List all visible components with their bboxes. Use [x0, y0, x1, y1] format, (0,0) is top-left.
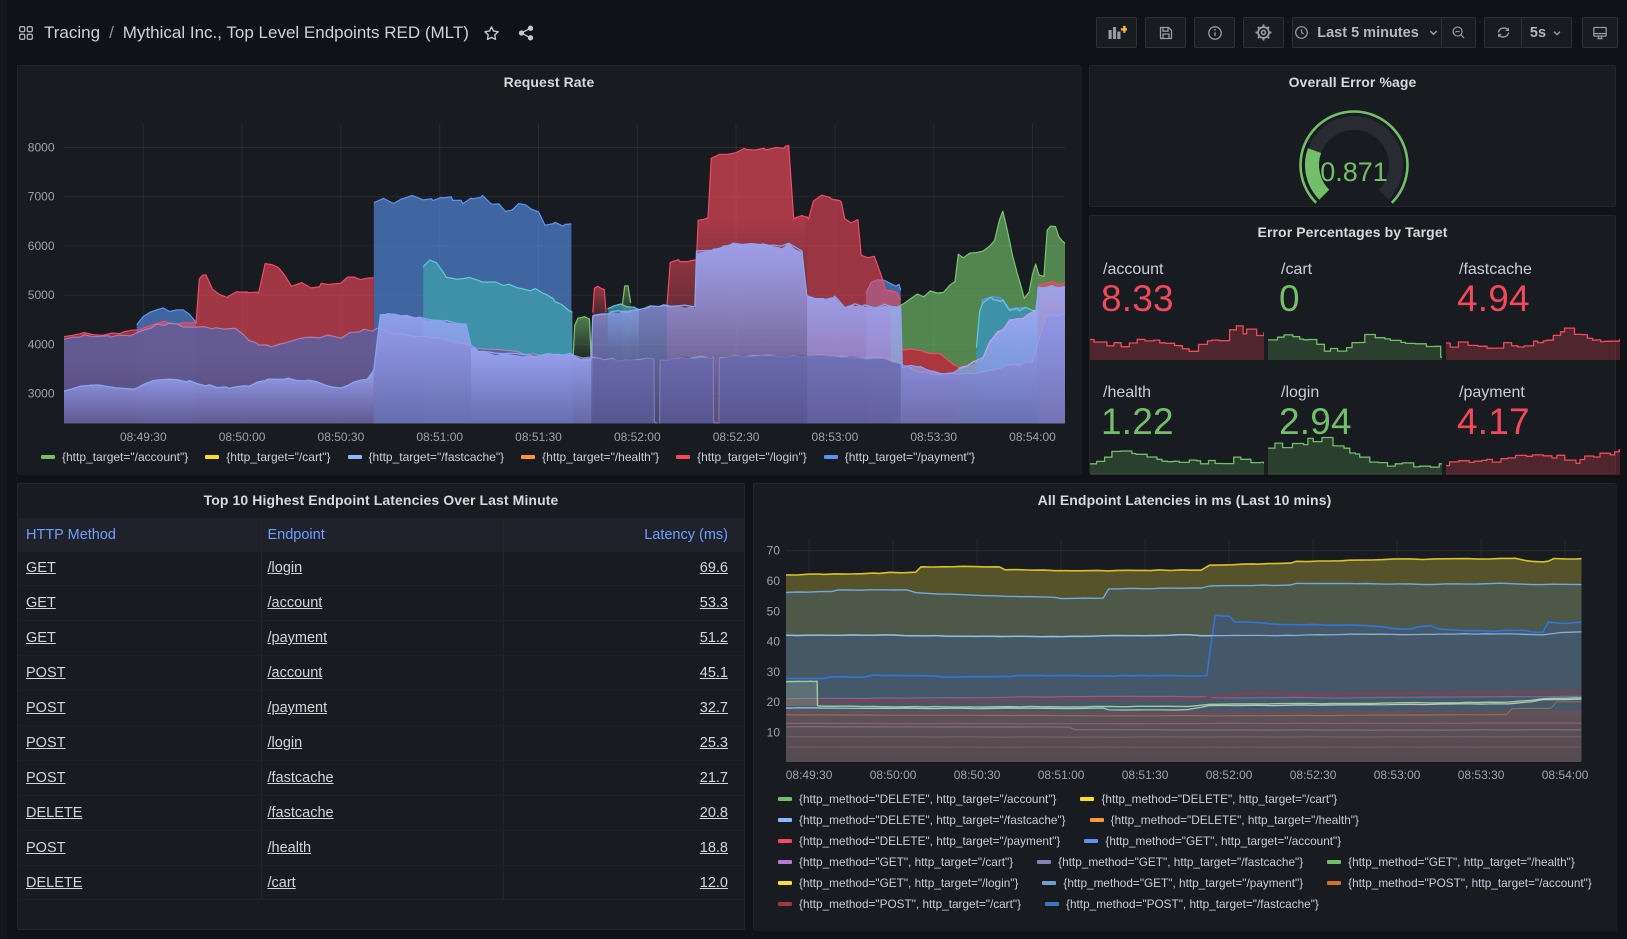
svg-text:6000: 6000	[28, 239, 55, 253]
svg-text:08:51:30: 08:51:30	[1122, 768, 1169, 782]
svg-text:20: 20	[767, 695, 781, 709]
svg-text:5000: 5000	[28, 288, 55, 302]
svg-text:08:50:30: 08:50:30	[318, 430, 365, 444]
svg-text:08:54:00: 08:54:00	[1542, 768, 1589, 782]
svg-text:08:52:30: 08:52:30	[713, 430, 760, 444]
svg-text:40: 40	[767, 635, 781, 649]
svg-text:08:50:00: 08:50:00	[870, 768, 917, 782]
svg-text:08:51:30: 08:51:30	[515, 430, 562, 444]
svg-text:08:52:00: 08:52:00	[1206, 768, 1253, 782]
svg-text:08:49:30: 08:49:30	[786, 768, 833, 782]
svg-text:08:52:00: 08:52:00	[614, 430, 661, 444]
svg-text:0.871: 0.871	[1320, 157, 1388, 187]
svg-text:08:50:30: 08:50:30	[954, 768, 1001, 782]
svg-text:08:49:30: 08:49:30	[120, 430, 167, 444]
svg-text:08:53:00: 08:53:00	[1374, 768, 1421, 782]
svg-text:08:51:00: 08:51:00	[416, 430, 463, 444]
svg-text:08:51:00: 08:51:00	[1038, 768, 1085, 782]
svg-text:7000: 7000	[28, 190, 55, 204]
svg-text:3000: 3000	[28, 387, 55, 401]
svg-text:4000: 4000	[28, 337, 55, 351]
svg-text:8000: 8000	[28, 141, 55, 155]
svg-text:70: 70	[767, 544, 781, 558]
svg-text:50: 50	[767, 604, 781, 618]
svg-text:30: 30	[767, 665, 781, 679]
svg-text:60: 60	[767, 574, 781, 588]
svg-text:08:54:00: 08:54:00	[1009, 430, 1056, 444]
svg-text:10: 10	[767, 726, 781, 740]
svg-text:08:52:30: 08:52:30	[1290, 768, 1337, 782]
svg-text:08:53:30: 08:53:30	[910, 430, 957, 444]
svg-text:08:53:30: 08:53:30	[1458, 768, 1505, 782]
svg-text:08:50:00: 08:50:00	[219, 430, 266, 444]
svg-text:08:53:00: 08:53:00	[812, 430, 859, 444]
